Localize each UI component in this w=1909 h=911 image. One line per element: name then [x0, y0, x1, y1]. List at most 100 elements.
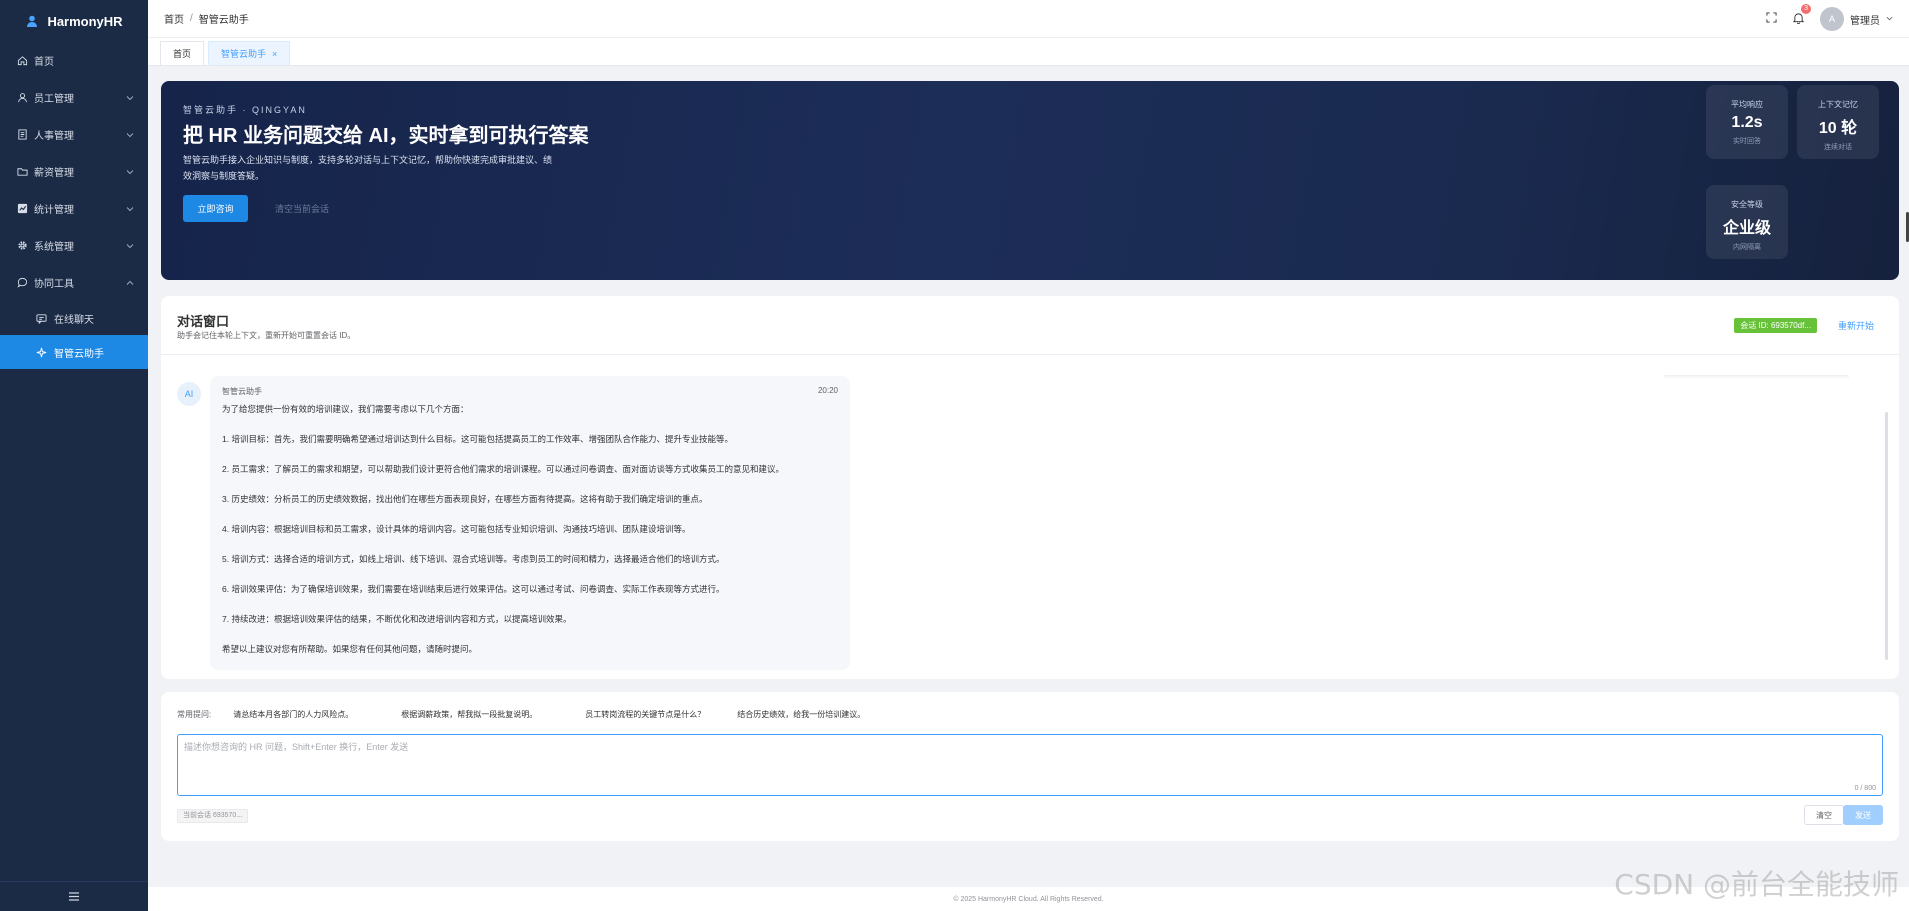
message-paragraph: 3. 历史绩效：分析员工的历史绩效数据，找出他们在哪些方面表现良好，在哪些方面有…: [222, 494, 708, 504]
sidebar-item-label: 在线聊天: [54, 314, 94, 326]
sidebar-item-statistics[interactable]: 统计管理: [0, 190, 148, 227]
collapse-toggle[interactable]: [0, 881, 148, 911]
hero-banner: 智管云助手 · QINGYAN 把 HR 业务问题交给 AI，实时拿到可执行答案…: [161, 81, 1899, 280]
chat-panel: 对话窗口 助手会记住本轮上下文，重新开始可重置会话 ID。 会话 ID: 693…: [161, 296, 1899, 679]
home-icon: [16, 55, 28, 67]
sidebar-item-home[interactable]: 首页: [0, 42, 148, 79]
stat-value: 10 轮: [1818, 120, 1858, 137]
sidebar-item-online-chat[interactable]: 在线聊天: [0, 301, 148, 335]
message-paragraph: 5. 培训方式：选择合适的培训方式，如线上培训、线下培训、混合式培训等。考虑到员…: [222, 554, 725, 564]
input-placeholder: 描述你想咨询的 HR 问题，Shift+Enter 换行，Enter 发送: [184, 742, 409, 752]
banner-description: 智管云助手接入企业知识与制度，支持多轮对话与上下文记忆，帮助你快速完成审批建议、…: [183, 155, 553, 181]
chat-scrollbar[interactable]: [1885, 412, 1888, 660]
clear-session-button[interactable]: 清空当前会话: [275, 195, 329, 222]
char-counter: 0 / 800: [1854, 785, 1876, 792]
divider: [1664, 375, 1849, 379]
stat-sub: 内网隔离: [1733, 244, 1761, 251]
stat-label: 平均响应: [1731, 100, 1763, 109]
stat-card-security: 安全等级 企业级 内网隔离: [1706, 185, 1788, 259]
quick-question[interactable]: 员工转岗流程的关键节点是什么？: [585, 709, 705, 720]
stat-card-context: 上下文记忆 10 轮 连续对话: [1797, 85, 1879, 159]
stat-sub: 连续对话: [1824, 144, 1852, 151]
brand[interactable]: HarmonyHR: [0, 0, 148, 42]
hamburger-icon: [69, 888, 79, 906]
notification-button[interactable]: 3: [1792, 3, 1811, 27]
chat-subtitle: 助手会记住本轮上下文，重新开始可重置会话 ID。: [177, 331, 356, 340]
breadcrumb: 首页 / 智管云助手: [164, 11, 249, 26]
bell-icon: [1792, 12, 1805, 27]
tab-assistant[interactable]: 智管云助手 ×: [208, 41, 291, 65]
banner-title: 把 HR 业务问题交给 AI，实时拿到可执行答案: [183, 125, 589, 147]
sidebar-item-collab[interactable]: 协同工具: [0, 264, 148, 301]
stat-value: 1.2s: [1731, 114, 1763, 131]
message-paragraph: 1. 培训目标：首先，我们需要明确希望通过培训达到什么目标。这可能包括提高员工的…: [222, 434, 733, 444]
input-panel: 常用提问: 请总结本月各部门的人力风险点。 根据调薪政策，帮我拟一段批复说明。 …: [161, 692, 1899, 841]
message-meta: 智管云助手 20:20: [222, 386, 838, 397]
document-icon: [16, 129, 28, 141]
stat-label: 上下文记忆: [1818, 100, 1858, 109]
banner-eyebrow: 智管云助手 · QINGYAN: [183, 105, 307, 115]
sidebar-item-label: 员工管理: [34, 94, 74, 105]
stat-sub: 实时回答: [1733, 138, 1761, 145]
avatar: A: [1820, 7, 1844, 31]
brand-logo-icon: [25, 14, 39, 28]
message-paragraph: 6. 培训效果评估：为了确保培训效果，我们需要在培训结束后进行效果评估。这可以通…: [222, 584, 725, 594]
quick-question[interactable]: 根据调薪政策，帮我拟一段批复说明。: [401, 709, 537, 720]
stat-label: 安全等级: [1731, 200, 1763, 209]
chevron-down-icon: [126, 242, 134, 250]
chevron-down-icon: [126, 94, 134, 102]
brand-name: HarmonyHR: [47, 13, 123, 29]
breadcrumb-home[interactable]: 首页: [164, 11, 184, 26]
quick-questions: 常用提问: 请总结本月各部门的人力风险点。 根据调薪政策，帮我拟一段批复说明。 …: [177, 709, 865, 720]
message-sender: 智管云助手: [222, 387, 262, 396]
tab-bar: 首页 智管云助手 ×: [148, 38, 1909, 66]
sidebar-item-label: 薪资管理: [34, 168, 74, 179]
stat-value: 企业级: [1722, 220, 1771, 237]
user-icon: [16, 92, 28, 104]
user-menu[interactable]: A 管理员: [1820, 7, 1893, 31]
header-actions: 3 A 管理员: [1766, 0, 1893, 38]
chevron-down-icon: [126, 168, 134, 176]
quick-question[interactable]: 请总结本月各部门的人力风险点。: [233, 709, 353, 720]
sidebar-item-label: 智管云助手: [54, 348, 104, 360]
session-id-tag: 会话 ID: 693570df...: [1734, 318, 1817, 333]
sidebar-item-label: 系统管理: [34, 242, 74, 253]
breadcrumb-separator: /: [190, 13, 193, 24]
sidebar-item-employee[interactable]: 员工管理: [0, 79, 148, 116]
notification-badge: 3: [1801, 3, 1811, 14]
sidebar-item-assistant[interactable]: 智管云助手: [0, 335, 148, 369]
fullscreen-icon[interactable]: [1766, 12, 1777, 26]
stat-card-response: 平均响应 1.2s 实时回答: [1706, 85, 1788, 159]
sidebar-item-system[interactable]: 系统管理: [0, 227, 148, 264]
sidebar-item-label: 首页: [34, 57, 54, 68]
quick-question[interactable]: 结合历史绩效，给我一份培训建议。: [737, 709, 865, 720]
question-input[interactable]: 描述你想咨询的 HR 问题，Shift+Enter 换行，Enter 发送 0 …: [177, 734, 1883, 796]
send-button[interactable]: 发送: [1843, 805, 1883, 825]
message-paragraph: 7. 持续改进：根据培训效果评估的结果，不断优化和改进培训内容和方式，以提高培训…: [222, 614, 572, 624]
message-paragraph: 2. 员工需求：了解员工的需求和期望，可以帮助我们设计更符合他们需求的培训课程。…: [222, 464, 784, 474]
folder-icon: [16, 166, 28, 178]
quick-label: 常用提问:: [177, 710, 212, 719]
sidebar-item-salary[interactable]: 薪资管理: [0, 153, 148, 190]
chevron-down-icon: [126, 205, 134, 213]
chart-icon: [16, 203, 28, 215]
tab-home[interactable]: 首页: [160, 41, 205, 65]
tab-label: 智管云助手: [221, 49, 267, 59]
sidebar-item-label: 人事管理: [34, 131, 74, 142]
message-time: 20:20: [817, 386, 838, 395]
current-session-chip: 当前会话 693570...: [177, 809, 249, 823]
sparkle-icon: [36, 347, 47, 358]
sidebar: HarmonyHR 首页 员工管理 人事管理 薪资管理 统计管理 系统管理 协同…: [0, 0, 148, 911]
message-paragraph: 为了给您提供一份有效的培训建议，我们需要考虑以下几个方面：: [222, 404, 469, 414]
message-paragraph: 希望以上建议对您有所帮助。如果您有任何其他问题，请随时提问。: [222, 644, 478, 654]
restart-button[interactable]: 重新开始: [1838, 319, 1874, 332]
assistant-message: 智管云助手 20:20 为了给您提供一份有效的培训建议，我们需要考虑以下几个方面…: [210, 376, 850, 670]
clear-button[interactable]: 清空: [1804, 805, 1844, 825]
message-paragraph: 4. 培训内容：根据培训目标和员工需求，设计具体的培训内容。这可能包括专业知识培…: [222, 524, 691, 534]
chat-title: 对话窗口: [177, 314, 230, 329]
close-icon[interactable]: ×: [272, 49, 277, 59]
sidebar-item-personnel[interactable]: 人事管理: [0, 116, 148, 153]
consult-button[interactable]: 立即咨询: [183, 195, 248, 222]
top-header: 首页 / 智管云助手 3 A 管理员: [148, 0, 1909, 38]
ai-avatar: AI: [177, 382, 201, 406]
